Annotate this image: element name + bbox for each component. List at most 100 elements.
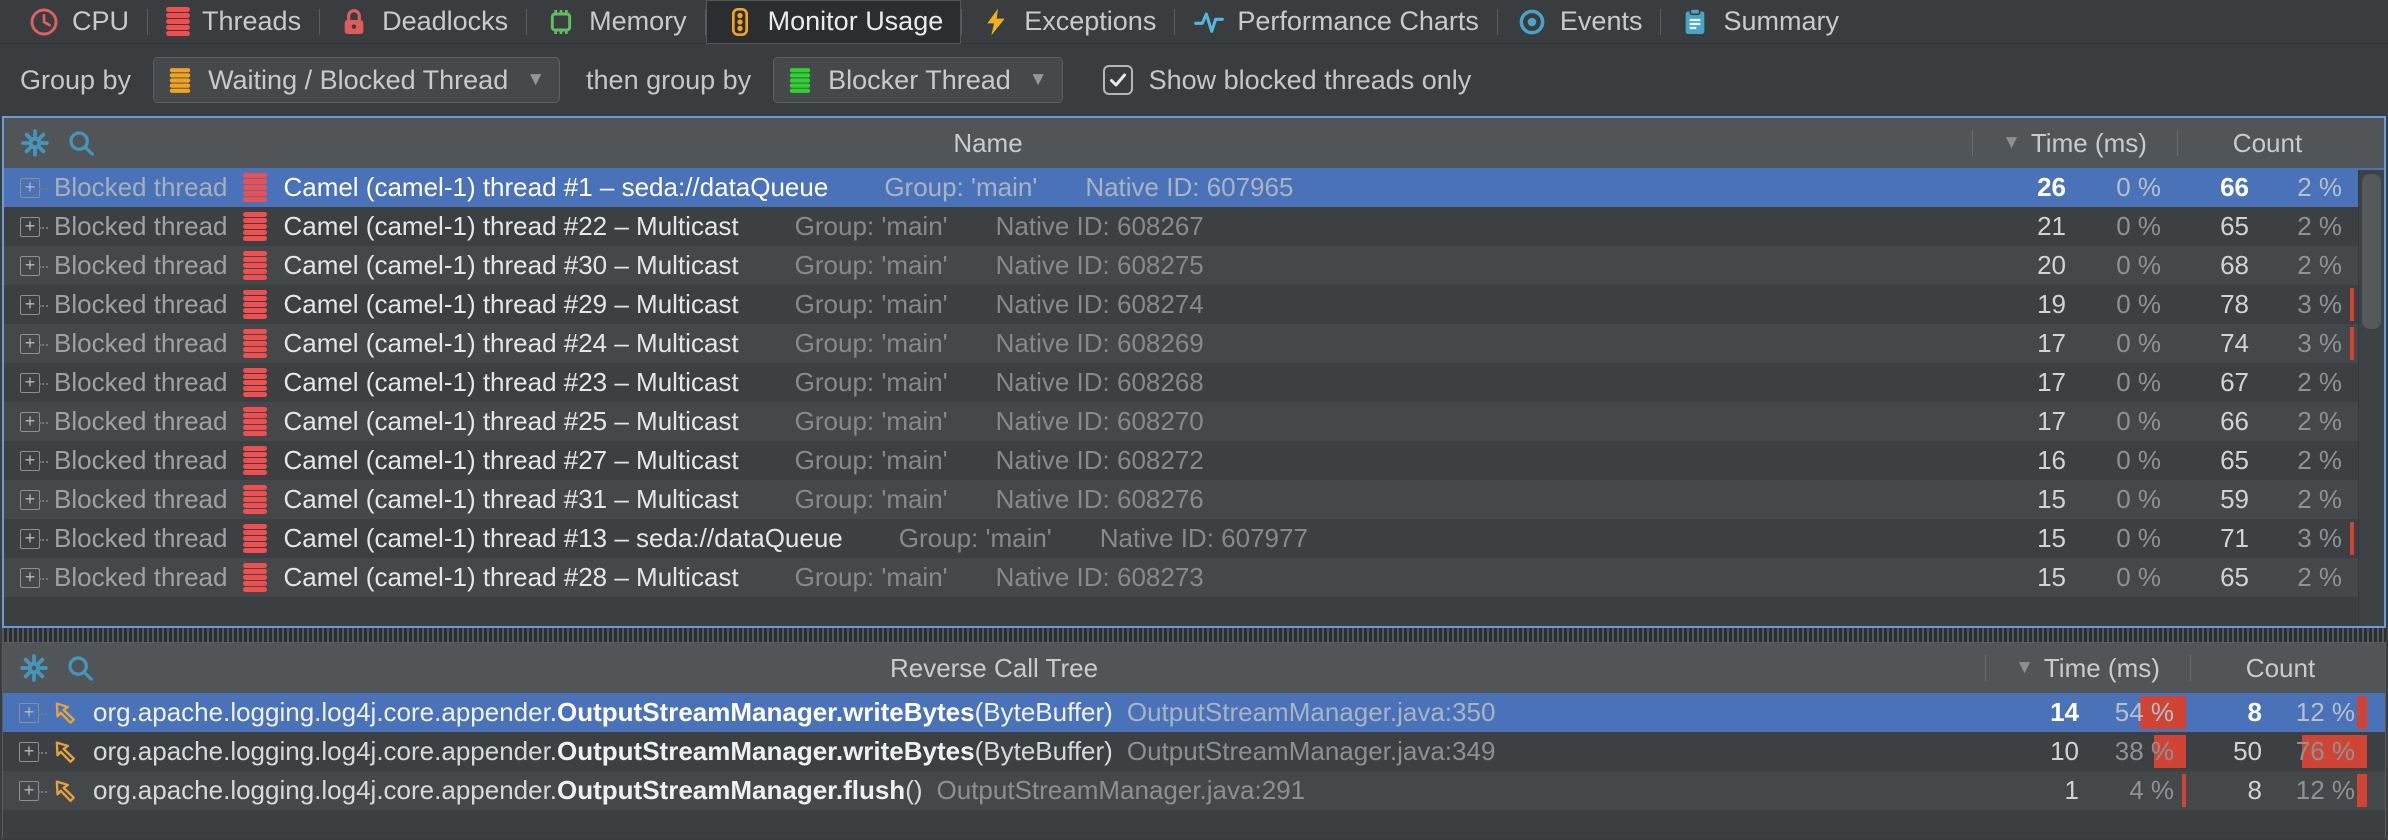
- expand-icon[interactable]: +: [19, 781, 39, 801]
- search-icon[interactable]: [65, 653, 95, 683]
- column-header-count[interactable]: Count: [2177, 118, 2358, 168]
- table-row[interactable]: +Blocked threadCamel (camel-1) thread #2…: [4, 558, 2384, 597]
- tab-monitor-usage[interactable]: Monitor Usage: [706, 0, 962, 44]
- table-row[interactable]: +org.apache.logging.log4j.core.appender.…: [3, 732, 2385, 771]
- then-group-by-dropdown[interactable]: Blocker Thread ▼: [773, 57, 1062, 103]
- group-by-dropdown[interactable]: Waiting / Blocked Thread ▼: [153, 57, 560, 103]
- tab-deadlocks[interactable]: Deadlocks: [320, 0, 526, 44]
- thread-kind-label: Blocked thread: [54, 328, 227, 359]
- expand-icon[interactable]: +: [20, 529, 40, 549]
- panel-splitter[interactable]: [2, 628, 2386, 642]
- column-header-time[interactable]: Time (ms): [1972, 118, 2177, 168]
- time-cell: 20: [1972, 246, 2082, 285]
- clipboard-icon: [1679, 6, 1711, 38]
- thread-native-id: Native ID: 608267: [996, 211, 1204, 242]
- time-cell: 17: [1972, 324, 2082, 363]
- gear-icon[interactable]: [19, 653, 49, 683]
- row-name-cell: +Blocked threadCamel (camel-1) thread #3…: [4, 480, 1972, 519]
- gear-icon[interactable]: [20, 128, 50, 158]
- time-percent-cell: 0 %: [2082, 441, 2177, 480]
- table-row[interactable]: +Blocked threadCamel (camel-1) thread #3…: [4, 480, 2384, 519]
- column-header-count[interactable]: Count: [2190, 643, 2371, 693]
- row-name-cell: +Blocked threadCamel (camel-1) thread #1…: [4, 519, 1972, 558]
- source-location: OutputStreamManager.java:350: [1127, 697, 1496, 728]
- expand-icon[interactable]: +: [20, 490, 40, 510]
- count-cell: 66: [2177, 168, 2265, 207]
- traffic-light-icon: [724, 6, 756, 38]
- expand-icon[interactable]: +: [20, 334, 40, 354]
- method-icon: [51, 699, 79, 727]
- thread-kind-label: Blocked thread: [54, 562, 227, 593]
- table-row[interactable]: +Blocked threadCamel (camel-1) thread #1…: [4, 168, 2384, 207]
- thread-name: Camel (camel-1) thread #31 – Multicast: [283, 484, 738, 515]
- waiting-blocked-thread-icon: [170, 78, 190, 82]
- expand-icon[interactable]: +: [20, 178, 40, 198]
- expand-icon[interactable]: +: [20, 217, 40, 237]
- tab-performance-charts[interactable]: Performance Charts: [1175, 0, 1497, 44]
- tab-threads[interactable]: Threads: [148, 0, 319, 44]
- target-icon: [1516, 6, 1548, 38]
- tab-cpu[interactable]: CPU: [10, 0, 147, 44]
- table-row[interactable]: +Blocked threadCamel (camel-1) thread #1…: [4, 519, 2384, 558]
- table-row[interactable]: +org.apache.logging.log4j.core.appender.…: [3, 771, 2385, 810]
- thread-kind-label: Blocked thread: [54, 289, 227, 320]
- expand-icon[interactable]: +: [20, 412, 40, 432]
- count-cell: 65: [2177, 558, 2265, 597]
- tab-exceptions[interactable]: Exceptions: [962, 0, 1174, 44]
- tab-events[interactable]: Events: [1498, 0, 1661, 44]
- show-blocked-threads-checkbox-group[interactable]: Show blocked threads only: [1103, 65, 1472, 96]
- blocked-thread-icon: [243, 185, 267, 190]
- expand-icon[interactable]: +: [19, 703, 39, 723]
- count-percent-cell: 3 %: [2265, 519, 2358, 558]
- time-percent-cell: 0 %: [2082, 324, 2177, 363]
- table-row[interactable]: +Blocked threadCamel (camel-1) thread #2…: [4, 324, 2384, 363]
- table-row[interactable]: +Blocked threadCamel (camel-1) thread #3…: [4, 246, 2384, 285]
- row-name-cell: +Blocked threadCamel (camel-1) thread #2…: [4, 441, 1972, 480]
- vertical-scrollbar[interactable]: [2358, 170, 2384, 626]
- tab-memory[interactable]: Memory: [527, 0, 705, 44]
- column-header-time[interactable]: Time (ms): [1985, 643, 2190, 693]
- expand-icon[interactable]: +: [20, 373, 40, 393]
- thread-bars-icon: [166, 19, 190, 24]
- search-icon[interactable]: [66, 128, 96, 158]
- thread-group: Group: 'main': [884, 172, 1037, 203]
- thread-kind-label: Blocked thread: [54, 445, 227, 476]
- time-percent-cell: 0 %: [2082, 246, 2177, 285]
- thread-native-id: Native ID: 608275: [996, 250, 1204, 281]
- thread-kind-label: Blocked thread: [54, 172, 227, 203]
- tab-label: Threads: [202, 6, 301, 37]
- thread-kind-label: Blocked thread: [54, 367, 227, 398]
- thread-group: Group: 'main': [795, 484, 948, 515]
- expand-icon[interactable]: +: [20, 568, 40, 588]
- time-percent-cell: 0 %: [2082, 207, 2177, 246]
- time-percent-cell: 0 %: [2082, 402, 2177, 441]
- lock-icon: [338, 6, 370, 38]
- blocker-thread-icon: [790, 78, 810, 82]
- tab-summary[interactable]: Summary: [1661, 0, 1857, 44]
- expand-icon[interactable]: +: [19, 742, 39, 762]
- table-row[interactable]: +Blocked threadCamel (camel-1) thread #2…: [4, 402, 2384, 441]
- thread-group: Group: 'main': [899, 523, 1052, 554]
- table-row[interactable]: +Blocked threadCamel (camel-1) thread #2…: [4, 441, 2384, 480]
- column-header-reverse-call-tree[interactable]: Reverse Call Tree: [890, 653, 1098, 684]
- method-icon: [51, 777, 79, 805]
- thread-native-id: Native ID: 608270: [996, 406, 1204, 437]
- count-percent-cell: 2 %: [2265, 246, 2358, 285]
- table-row[interactable]: +Blocked threadCamel (camel-1) thread #2…: [4, 363, 2384, 402]
- table-row[interactable]: +org.apache.logging.log4j.core.appender.…: [3, 693, 2385, 732]
- column-header-name[interactable]: Name: [953, 128, 1022, 159]
- table-row[interactable]: +Blocked threadCamel (camel-1) thread #2…: [4, 207, 2384, 246]
- method-signature: (): [905, 775, 922, 805]
- checkbox-checked-icon[interactable]: [1103, 65, 1133, 95]
- expand-icon[interactable]: +: [20, 451, 40, 471]
- scrollbar-thumb[interactable]: [2362, 174, 2381, 329]
- row-name-cell: +Blocked threadCamel (camel-1) thread #1…: [4, 168, 1972, 207]
- lightning-icon: [980, 6, 1012, 38]
- expand-icon[interactable]: +: [20, 256, 40, 276]
- count-cell: 8: [2190, 771, 2278, 810]
- time-percent-cell: 38 %: [2095, 732, 2190, 771]
- count-percent-cell: 76 %: [2278, 732, 2371, 771]
- table-row[interactable]: +Blocked threadCamel (camel-1) thread #2…: [4, 285, 2384, 324]
- expand-icon[interactable]: +: [20, 295, 40, 315]
- count-percent-cell: 2 %: [2265, 207, 2358, 246]
